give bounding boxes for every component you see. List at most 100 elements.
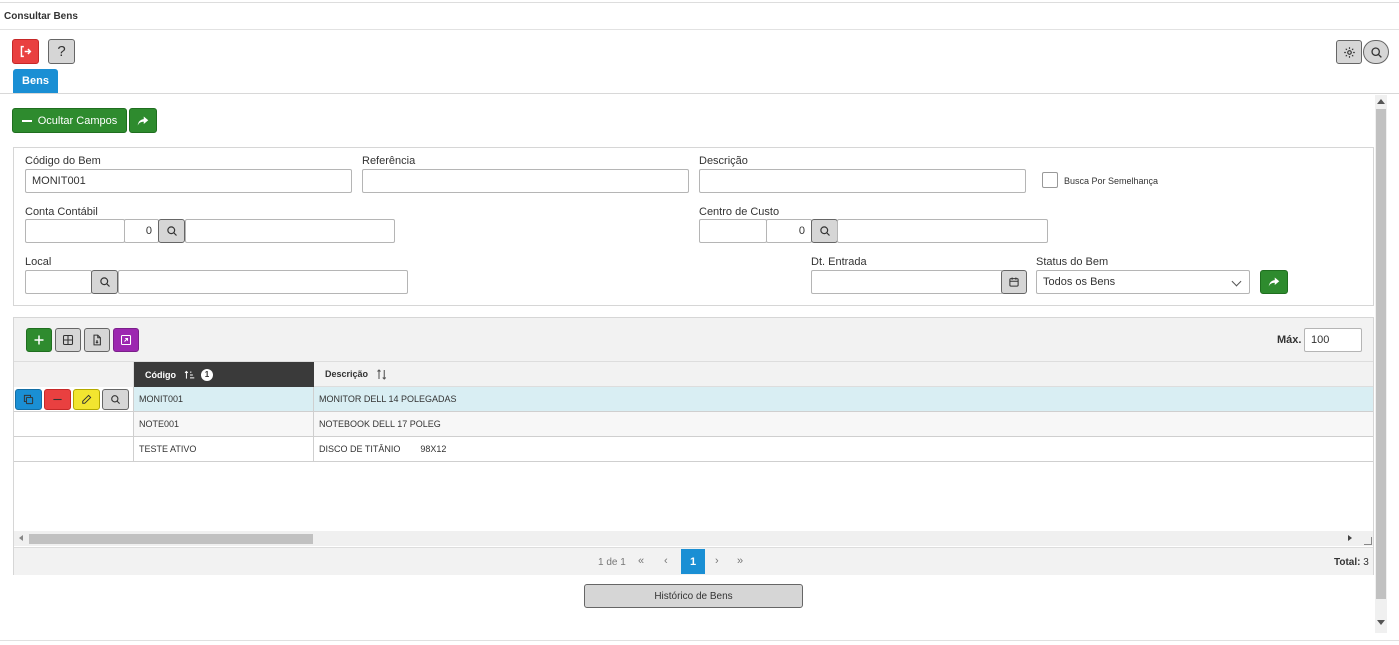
cell-codigo[interactable]: MONIT001: [134, 387, 314, 411]
current-page-button[interactable]: 1: [681, 549, 705, 574]
calendar-icon: [1009, 277, 1019, 287]
descricao-header-label: Descrição: [325, 369, 369, 379]
cell-descricao[interactable]: NOTEBOOK DELL 17 POLEG: [314, 412, 1373, 436]
dt-entrada-input[interactable]: [811, 270, 1003, 294]
add-button[interactable]: [26, 328, 52, 352]
vertical-scrollbar[interactable]: [1375, 95, 1387, 633]
view-button[interactable]: [102, 389, 129, 410]
table-row[interactable]: MONIT001 MONITOR DELL 14 POLEGADAS: [14, 387, 1373, 412]
tab-bens[interactable]: Bens: [13, 69, 58, 93]
referencia-label: Referência: [362, 155, 416, 167]
descricao-input[interactable]: [699, 169, 1026, 193]
max-label: Máx.: [1277, 334, 1302, 346]
total-label: Total:: [1334, 557, 1361, 568]
search-icon: [166, 226, 177, 236]
page-title: Consultar Bens: [4, 11, 78, 22]
exit-icon: [20, 45, 32, 58]
chevron-down-icon: [1231, 276, 1242, 287]
column-header-descricao[interactable]: Descrição: [314, 362, 1373, 387]
codigo-header-label: Código: [145, 369, 176, 380]
hide-fields-button[interactable]: Ocultar Campos: [12, 108, 127, 133]
help-button[interactable]: ?: [48, 39, 75, 64]
global-search-button[interactable]: [1363, 40, 1389, 64]
max-input[interactable]: 100: [1304, 328, 1362, 352]
export-button[interactable]: [84, 328, 110, 352]
conta-search-button[interactable]: [158, 219, 185, 243]
first-page-button[interactable]: «: [638, 555, 644, 567]
pagination: 1 de 1 « ‹ 1 › » Total: 3: [14, 547, 1373, 575]
cell-descricao[interactable]: MONITOR DELL 14 POLEGADAS: [314, 387, 1373, 411]
cell-codigo[interactable]: NOTE001: [134, 412, 314, 436]
sort-order-badge: 1: [201, 368, 213, 381]
conta-description-input[interactable]: [185, 219, 395, 243]
scroll-left-icon[interactable]: [19, 535, 23, 541]
last-page-button[interactable]: »: [737, 555, 743, 567]
status-select[interactable]: Todos os Bens: [1036, 270, 1250, 294]
settings-button[interactable]: [1336, 40, 1362, 64]
top-border: [0, 2, 1399, 3]
grid-toolbar: Máx. 100: [14, 318, 1373, 362]
hide-fields-label: Ocultar Campos: [37, 114, 118, 127]
horizontal-scrollbar[interactable]: [14, 531, 1373, 546]
scroll-up-icon[interactable]: [1377, 99, 1385, 104]
centro-search-button[interactable]: [811, 219, 838, 243]
calendar-button[interactable]: [1001, 270, 1027, 294]
tab-divider: [0, 93, 1399, 94]
total-count: Total: 3: [1334, 557, 1369, 568]
gear-icon: [1343, 46, 1355, 58]
bottom-border: [0, 640, 1399, 641]
local-code-input[interactable]: [25, 270, 92, 294]
search-icon: [111, 395, 121, 405]
next-page-button[interactable]: ›: [715, 555, 719, 567]
row-actions: [14, 387, 134, 411]
scroll-right-icon[interactable]: [1348, 535, 1352, 541]
minus-icon: [53, 398, 62, 401]
semelhanca-checkbox[interactable]: [1042, 172, 1058, 188]
dt-entrada-label: Dt. Entrada: [811, 256, 867, 268]
search-submit-button[interactable]: [1260, 270, 1288, 294]
centro-number-input[interactable]: 0: [766, 219, 812, 243]
search-icon: [99, 277, 110, 287]
cell-codigo[interactable]: TESTE ATIVO: [134, 437, 314, 461]
prev-page-button[interactable]: ‹: [664, 555, 668, 567]
minus-icon: [21, 119, 32, 122]
delete-button[interactable]: [44, 389, 71, 410]
centro-description-input[interactable]: [837, 219, 1048, 243]
share-arrow-icon: [1268, 277, 1280, 287]
file-icon: [93, 334, 101, 346]
table-row[interactable]: TESTE ATIVO DISCO DE TITÂNIO 98X12: [14, 437, 1373, 462]
exit-button[interactable]: [12, 39, 39, 64]
title-divider: [0, 29, 1399, 30]
column-header-codigo[interactable]: Código 1: [134, 362, 314, 387]
page-info: 1 de 1: [598, 557, 626, 568]
expand-button[interactable]: [113, 328, 139, 352]
copy-button[interactable]: [15, 389, 42, 410]
conta-code-input[interactable]: [25, 219, 125, 243]
scroll-down-icon[interactable]: [1377, 620, 1385, 625]
conta-label: Conta Contábil: [25, 206, 98, 218]
cell-descricao[interactable]: DISCO DE TITÂNIO 98X12: [314, 437, 1373, 461]
edit-button[interactable]: [73, 389, 100, 410]
historico-button[interactable]: Histórico de Bens: [584, 584, 803, 608]
expand-icon: [120, 334, 132, 346]
share-button[interactable]: [129, 108, 157, 133]
local-description-input[interactable]: [118, 270, 408, 294]
search-form-panel: Código do Bem MONIT001 Referência Descri…: [13, 147, 1374, 306]
centro-code-input[interactable]: [699, 219, 767, 243]
descricao-label: Descrição: [699, 155, 748, 167]
scrollbar-thumb[interactable]: [29, 534, 313, 544]
scrollbar-thumb[interactable]: [1376, 109, 1386, 599]
centro-label: Centro de Custo: [699, 206, 780, 218]
codigo-input[interactable]: MONIT001: [25, 169, 352, 193]
local-search-button[interactable]: [91, 270, 118, 294]
actions-column-header: [14, 362, 134, 387]
referencia-input[interactable]: [362, 169, 689, 193]
resize-handle[interactable]: [1364, 537, 1372, 545]
conta-number-input[interactable]: 0: [124, 219, 159, 243]
codigo-label: Código do Bem: [25, 155, 101, 167]
table-row[interactable]: NOTE001 NOTEBOOK DELL 17 POLEG: [14, 412, 1373, 437]
columns-button[interactable]: [55, 328, 81, 352]
sort-icon: [377, 368, 387, 380]
total-value: 3: [1363, 557, 1369, 568]
local-label: Local: [25, 256, 52, 268]
